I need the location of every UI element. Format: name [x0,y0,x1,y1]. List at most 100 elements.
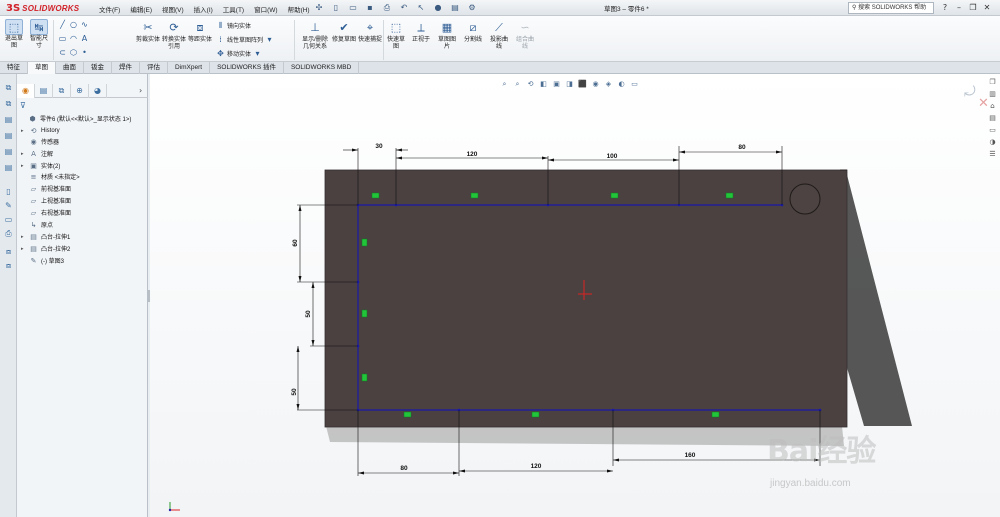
rectangle-tool[interactable]: ▭ ◠ A [58,34,89,43]
property-manager-tab-icon[interactable]: ▤ [35,84,53,98]
tab-dimxpert[interactable]: DimXpert [168,62,211,74]
cylinder-boss[interactable] [789,183,821,215]
layer-icon[interactable]: ▤ [3,130,14,141]
panel-expand-chevron-icon[interactable]: › [139,86,142,95]
slot-tool[interactable]: ⊂ ⬡ • [58,48,89,57]
display-relations-button[interactable]: ⊥ 显示/删除几何关系 [300,20,330,51]
feature-tree-tab-icon[interactable]: ◉ [17,84,35,98]
line-tool[interactable]: ╱ ○ ∿ [58,20,89,29]
tree-item[interactable]: ▸ ▤ 凸台-拉伸2 [21,244,70,254]
file-properties-icon[interactable]: ▤ [448,2,462,13]
restore-icon[interactable]: ❐ [968,2,978,13]
menu-file[interactable]: 文件(F) [94,2,125,16]
rebuild-icon[interactable]: ● [431,2,445,13]
stack-icon[interactable]: ⧈ [3,260,14,271]
page-icon[interactable]: ▯ [3,186,14,197]
menu-view[interactable]: 视图(V) [157,2,189,16]
print-icon[interactable]: ⎙ [380,2,394,13]
solidworks-logo[interactable]: 3S SOLIDWORKS [6,2,79,14]
tab-addins[interactable]: SOLIDWORKS 插件 [210,62,284,74]
plate-body[interactable] [324,169,848,428]
tab-features[interactable]: 特征 [0,62,28,74]
dim-bottom-1[interactable]: 80 [400,465,408,472]
tab-surfaces[interactable]: 曲面 [56,62,84,74]
minimize-icon[interactable]: – [954,2,964,13]
tree-item[interactable]: ✎ (-) 草图3 [21,256,64,266]
dim-top-4[interactable]: 80 [738,144,746,151]
tree-item[interactable]: ▸ ⟲ History [21,126,60,135]
trim-entities-button[interactable]: ✂ 剪裁实体 [136,20,160,44]
tree-item[interactable]: ◉ 传感器 [21,137,59,147]
close-icon[interactable]: ✕ [982,2,992,13]
pin-icon[interactable]: ✣ [312,2,326,13]
menu-window[interactable]: 窗口(W) [249,2,282,16]
dim-top-2[interactable]: 120 [467,151,478,158]
vertical-relation-icon[interactable] [361,373,368,382]
horizontal-relation-icon[interactable] [371,192,380,199]
options-gear-icon[interactable]: ⚙ [465,2,479,13]
tree-item[interactable]: ▸ ▤ 凸台-拉伸1 [21,232,70,242]
layer-icon[interactable]: ▤ [3,162,14,173]
graphics-area[interactable]: ⌕ ⌕ ⟲ ◧ ▣ ◨ ⬛ ◉ ◈ ◐ ▭ ❐ ▥ ⌂ ▤ ▭ ◑ ☰ ⤾ ✕ [150,74,1000,517]
linear-pattern-button[interactable]: ⁞ 线性草图阵列 ▾ [216,35,274,44]
chevron-down-icon[interactable]: ▾ [265,35,274,44]
tree-item[interactable]: ▸ ▣ 实体(2) [21,161,60,171]
tree-item[interactable]: ▸ A 注解 [21,149,53,159]
dim-top-1[interactable]: 30 [375,143,383,150]
tree-item[interactable]: ▱ 右视基准面 [21,208,71,218]
dim-left-1[interactable]: 60 [292,239,299,247]
horizontal-relation-icon[interactable] [403,411,412,418]
tab-weldments[interactable]: 焊件 [112,62,140,74]
open-folder-icon[interactable]: ▭ [346,2,360,13]
quick-snaps-button[interactable]: ⌖ 快速捕捉 [358,20,382,44]
menu-edit[interactable]: 编辑(E) [125,2,157,16]
configuration-tab-icon[interactable]: ⧉ [53,84,71,98]
paste-icon[interactable]: ⧉ [3,98,14,109]
copy-icon[interactable]: ⧉ [3,82,14,93]
convert-entities-button[interactable]: ⟳ 转换实体引用 [162,20,186,51]
menu-help[interactable]: 帮助(H) [283,2,315,16]
layer-icon[interactable]: ▤ [3,114,14,125]
dim-bottom-2[interactable]: 120 [531,463,542,470]
help-search-input[interactable]: ⚲ 搜索 SOLIDWORKS 帮助 [848,2,934,14]
undo-icon[interactable]: ↶ [397,2,411,13]
mirror-entities-button[interactable]: ⫴ 镜向实体 [216,21,251,30]
tab-sheet-metal[interactable]: 钣金 [84,62,112,74]
save-icon[interactable]: ▪ [363,2,377,13]
vertical-relation-icon[interactable] [361,309,368,318]
repair-sketch-button[interactable]: ✔ 修复草图 [332,20,356,44]
rapid-sketch-button[interactable]: ⬚ 快速草图 [386,20,406,51]
offset-entities-button[interactable]: ⧈ 等距实体 [188,20,212,44]
tab-sketch[interactable]: 草图 [28,62,56,74]
tab-mbd[interactable]: SOLIDWORKS MBD [284,62,360,74]
horizontal-relation-icon[interactable] [531,411,540,418]
monitor-icon[interactable]: ▭ [3,214,14,225]
edit-icon[interactable]: ✎ [3,200,14,211]
horizontal-relation-icon[interactable] [470,192,479,199]
exit-sketch-button[interactable]: ⬚ 退出草图 [3,19,25,50]
menu-tools[interactable]: 工具(T) [218,2,249,16]
project-curve-button[interactable]: ⟋ 投影曲线 [488,20,510,51]
composite-curve-button[interactable]: ∽ 组合曲线 [514,20,536,51]
print-icon[interactable]: ⎙ [3,228,14,239]
sketch-picture-button[interactable]: ▦ 草图图片 [436,20,458,51]
help-question-icon[interactable]: ? [940,2,950,13]
tree-item[interactable]: ↳ 原点 [21,220,53,230]
tree-item[interactable]: ≡ 材质 <未指定> [21,172,80,182]
smart-dimension-button[interactable]: ↹ 智能尺寸 [28,19,50,50]
dim-top-3[interactable]: 100 [607,153,618,160]
chevron-down-icon[interactable]: ▾ [253,49,262,58]
stack-icon[interactable]: ⧈ [3,246,14,257]
horizontal-relation-icon[interactable] [711,411,720,418]
tree-filter-icon[interactable]: ⊽ [20,101,144,111]
normal-to-button[interactable]: ⟂ 正视于 [410,20,432,44]
new-document-icon[interactable]: ▯ [329,2,343,13]
menu-insert[interactable]: 插入(I) [189,2,218,16]
appearance-tab-icon[interactable]: ◕ [89,84,107,98]
tab-evaluate[interactable]: 评估 [140,62,168,74]
tree-item[interactable]: ⬢ 零件6 (默认<<默认>_显示状态 1>) [20,114,131,124]
tree-item[interactable]: ▱ 前视基准面 [21,184,71,194]
dim-left-2[interactable]: 50 [305,310,312,318]
select-cursor-icon[interactable]: ↖ [414,2,428,13]
dimxpert-tab-icon[interactable]: ⊕ [71,84,89,98]
